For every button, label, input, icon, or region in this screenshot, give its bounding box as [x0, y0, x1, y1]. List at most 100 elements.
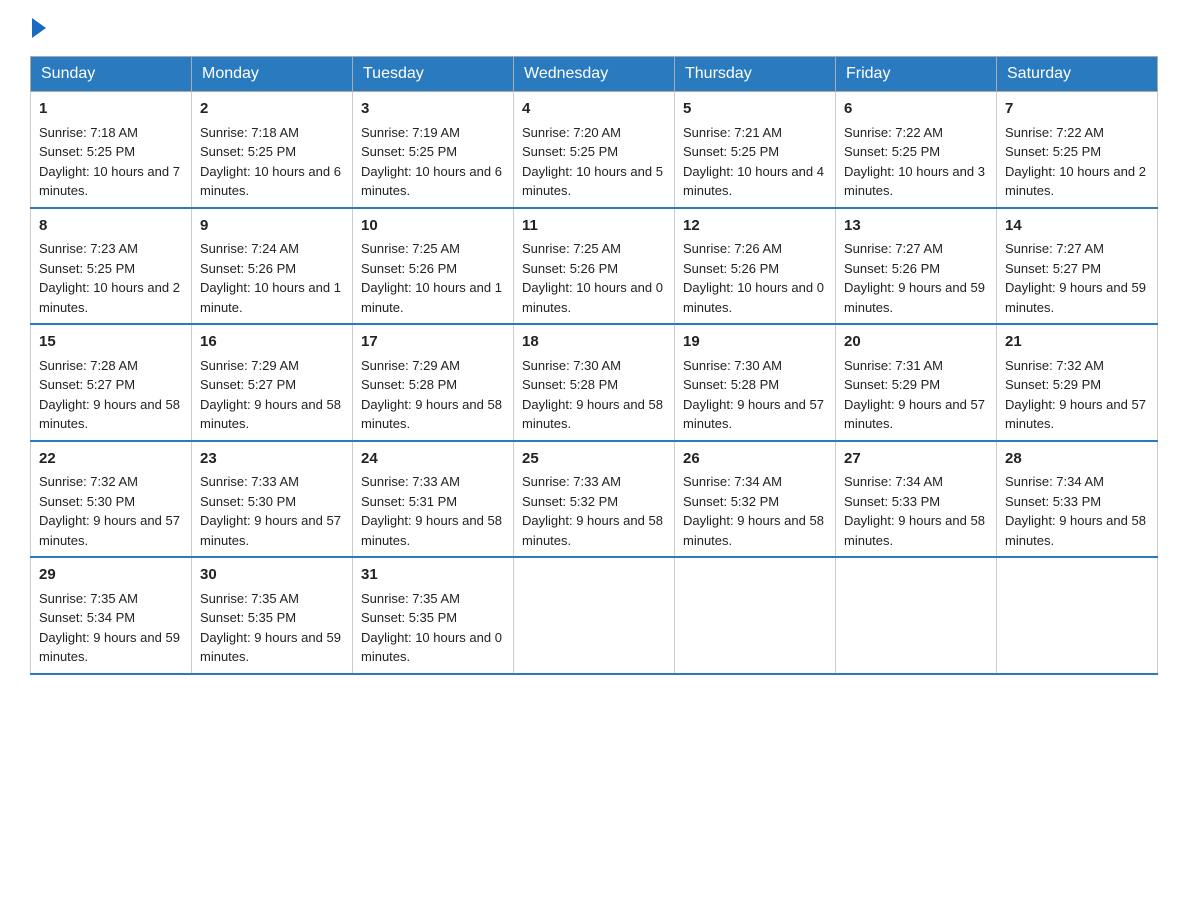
logo [30, 20, 46, 38]
daylight-label: Daylight: 9 hours and 59 minutes. [200, 630, 341, 665]
day-number: 6 [844, 98, 988, 121]
sunrise-label: Sunrise: 7:31 AM [844, 358, 943, 373]
day-number: 7 [1005, 98, 1149, 121]
day-header-monday: Monday [192, 57, 353, 92]
calendar-cell: 19Sunrise: 7:30 AMSunset: 5:28 PMDayligh… [675, 324, 836, 441]
sunset-label: Sunset: 5:27 PM [200, 377, 296, 392]
calendar-cell: 16Sunrise: 7:29 AMSunset: 5:27 PMDayligh… [192, 324, 353, 441]
day-number: 22 [39, 448, 183, 471]
day-header-wednesday: Wednesday [514, 57, 675, 92]
day-header-saturday: Saturday [997, 57, 1158, 92]
daylight-label: Daylight: 10 hours and 1 minute. [361, 280, 502, 315]
sunset-label: Sunset: 5:25 PM [200, 144, 296, 159]
sunset-label: Sunset: 5:33 PM [844, 494, 940, 509]
sunset-label: Sunset: 5:25 PM [361, 144, 457, 159]
sunrise-label: Sunrise: 7:35 AM [39, 591, 138, 606]
calendar-cell: 28Sunrise: 7:34 AMSunset: 5:33 PMDayligh… [997, 441, 1158, 558]
daylight-label: Daylight: 9 hours and 58 minutes. [39, 397, 180, 432]
sunset-label: Sunset: 5:26 PM [683, 261, 779, 276]
sunrise-label: Sunrise: 7:33 AM [361, 474, 460, 489]
sunrise-label: Sunrise: 7:35 AM [200, 591, 299, 606]
day-number: 12 [683, 215, 827, 238]
week-row-1: 1 Sunrise: 7:18 AM Sunset: 5:25 PM Daylight… [31, 92, 1158, 208]
sunrise-label: Sunrise: 7:34 AM [844, 474, 943, 489]
daylight-label: Daylight: 9 hours and 57 minutes. [200, 513, 341, 548]
daylight-label: Daylight: 9 hours and 58 minutes. [522, 513, 663, 548]
daylight-label: Daylight: 9 hours and 57 minutes. [844, 397, 985, 432]
sunrise-label: Sunrise: 7:21 AM [683, 125, 782, 140]
calendar-cell: 23Sunrise: 7:33 AMSunset: 5:30 PMDayligh… [192, 441, 353, 558]
sunset-label: Sunset: 5:26 PM [844, 261, 940, 276]
sunset-label: Sunset: 5:30 PM [39, 494, 135, 509]
week-row-5: 29 Sunrise: 7:35 AM Sunset: 5:34 PM Dayligh… [31, 557, 1158, 674]
calendar-header-row: SundayMondayTuesdayWednesdayThursdayFrid… [31, 57, 1158, 92]
sunrise-label: Sunrise: 7:33 AM [522, 474, 621, 489]
daylight-label: Daylight: 9 hours and 59 minutes. [39, 630, 180, 665]
day-header-thursday: Thursday [675, 57, 836, 92]
sunrise-label: Sunrise: 7:25 AM [361, 241, 460, 256]
sunset-label: Sunset: 5:26 PM [522, 261, 618, 276]
day-number: 17 [361, 331, 505, 354]
calendar-cell: 6Sunrise: 7:22 AMSunset: 5:25 PMDaylight… [836, 92, 997, 208]
calendar-cell: 10 Sunrise: 7:25 AM Sunset: 5:26 PM Dayligh… [353, 208, 514, 325]
day-number: 29 [39, 564, 183, 587]
sunset-label: Sunset: 5:26 PM [200, 261, 296, 276]
calendar-cell: 20Sunrise: 7:31 AMSunset: 5:29 PMDayligh… [836, 324, 997, 441]
sunrise-label: Sunrise: 7:22 AM [1005, 125, 1104, 140]
calendar-cell: 11Sunrise: 7:25 AMSunset: 5:26 PMDayligh… [514, 208, 675, 325]
sunset-label: Sunset: 5:34 PM [39, 610, 135, 625]
calendar-cell: 3Sunrise: 7:19 AMSunset: 5:25 PMDaylight… [353, 92, 514, 208]
calendar-cell: 18Sunrise: 7:30 AMSunset: 5:28 PMDayligh… [514, 324, 675, 441]
day-number: 13 [844, 215, 988, 238]
day-number: 10 [361, 215, 505, 238]
calendar-cell: 8Sunrise: 7:23 AMSunset: 5:25 PMDaylight… [31, 208, 192, 325]
sunrise-label: Sunrise: 7:29 AM [200, 358, 299, 373]
day-number: 19 [683, 331, 827, 354]
sunrise-label: Sunrise: 7:28 AM [39, 358, 138, 373]
daylight-label: Daylight: 10 hours and 2 minutes. [1005, 164, 1146, 199]
calendar-cell [836, 557, 997, 674]
daylight-label: Daylight: 9 hours and 57 minutes. [39, 513, 180, 548]
day-number: 1 [39, 98, 183, 121]
week-row-4: 22 Sunrise: 7:32 AM Sunset: 5:30 PM Dayligh… [31, 441, 1158, 558]
sunrise-label: Sunrise: 7:32 AM [39, 474, 138, 489]
day-number: 11 [522, 215, 666, 238]
calendar-cell: 26Sunrise: 7:34 AMSunset: 5:32 PMDayligh… [675, 441, 836, 558]
daylight-label: Daylight: 9 hours and 57 minutes. [1005, 397, 1146, 432]
daylight-label: Daylight: 10 hours and 4 minutes. [683, 164, 824, 199]
sunset-label: Sunset: 5:28 PM [683, 377, 779, 392]
day-number: 24 [361, 448, 505, 471]
calendar-cell: 2Sunrise: 7:18 AMSunset: 5:25 PMDaylight… [192, 92, 353, 208]
day-number: 4 [522, 98, 666, 121]
daylight-label: Daylight: 10 hours and 3 minutes. [844, 164, 985, 199]
sunrise-label: Sunrise: 7:32 AM [1005, 358, 1104, 373]
day-number: 23 [200, 448, 344, 471]
sunset-label: Sunset: 5:27 PM [39, 377, 135, 392]
daylight-label: Daylight: 9 hours and 58 minutes. [200, 397, 341, 432]
calendar-cell: 27 Sunrise: 7:34 AM Sunset: 5:33 PM Dayligh… [836, 441, 997, 558]
daylight-label: Daylight: 10 hours and 2 minutes. [39, 280, 180, 315]
daylight-label: Daylight: 9 hours and 58 minutes. [1005, 513, 1146, 548]
calendar-cell: 7Sunrise: 7:22 AMSunset: 5:25 PMDaylight… [997, 92, 1158, 208]
sunset-label: Sunset: 5:29 PM [1005, 377, 1101, 392]
sunset-label: Sunset: 5:29 PM [844, 377, 940, 392]
day-number: 18 [522, 331, 666, 354]
daylight-label: Daylight: 10 hours and 5 minutes. [522, 164, 663, 199]
calendar-cell: 4Sunrise: 7:20 AMSunset: 5:25 PMDaylight… [514, 92, 675, 208]
daylight-label: Daylight: 9 hours and 58 minutes. [844, 513, 985, 548]
sunset-label: Sunset: 5:28 PM [522, 377, 618, 392]
sunrise-label: Sunrise: 7:34 AM [683, 474, 782, 489]
calendar-cell: 12Sunrise: 7:26 AMSunset: 5:26 PMDayligh… [675, 208, 836, 325]
day-number: 31 [361, 564, 505, 587]
sunrise-label: Sunrise: 7:18 AM [39, 125, 138, 140]
calendar-cell: 17Sunrise: 7:29 AMSunset: 5:28 PMDayligh… [353, 324, 514, 441]
logo-triangle-icon [32, 18, 46, 38]
day-number: 27 [844, 448, 988, 471]
sunset-label: Sunset: 5:35 PM [361, 610, 457, 625]
sunset-label: Sunset: 5:27 PM [1005, 261, 1101, 276]
calendar-cell: 24Sunrise: 7:33 AMSunset: 5:31 PMDayligh… [353, 441, 514, 558]
calendar-cell: 31Sunrise: 7:35 AMSunset: 5:35 PMDayligh… [353, 557, 514, 674]
sunset-label: Sunset: 5:26 PM [361, 261, 457, 276]
daylight-label: Daylight: 9 hours and 58 minutes. [361, 513, 502, 548]
daylight-label: Daylight: 10 hours and 0 minutes. [361, 630, 502, 665]
